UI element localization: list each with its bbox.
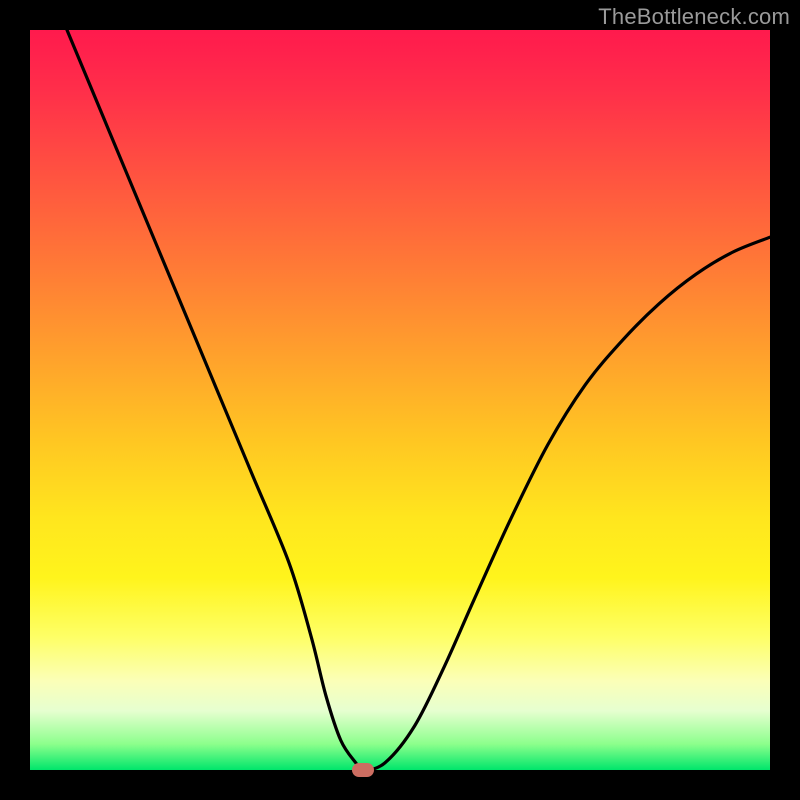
- curve-svg: [30, 30, 770, 770]
- plot-area: [30, 30, 770, 770]
- bottleneck-curve: [67, 30, 770, 770]
- optimum-marker: [352, 763, 374, 777]
- chart-frame: TheBottleneck.com: [0, 0, 800, 800]
- watermark-text: TheBottleneck.com: [598, 4, 790, 30]
